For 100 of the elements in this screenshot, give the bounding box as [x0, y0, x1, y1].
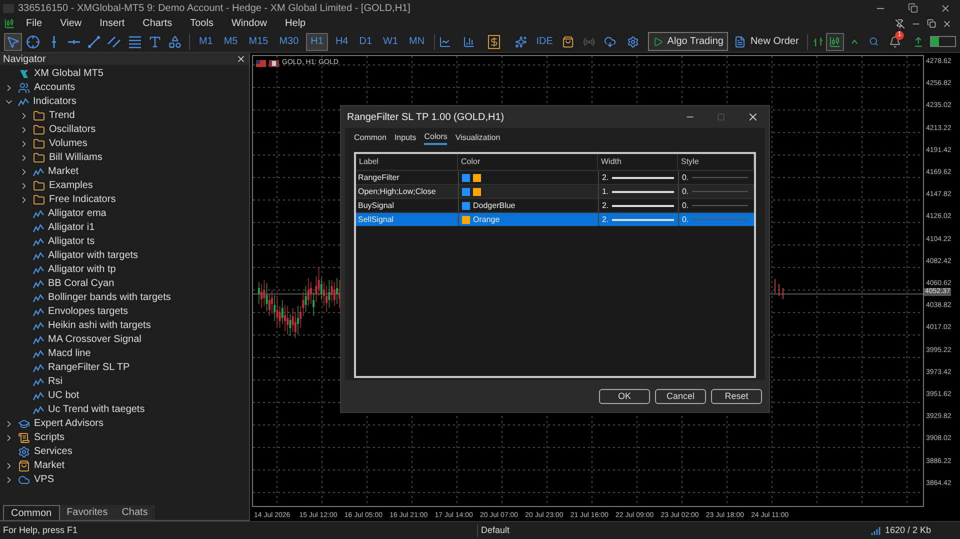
cursor-icon [6, 34, 20, 48]
color-swatch[interactable] [473, 174, 481, 182]
bar-chart-icon[interactable] [462, 34, 475, 48]
dialog-tab[interactable]: Colors [424, 131, 448, 145]
bars-icon[interactable] [812, 36, 824, 48]
timeframe-button[interactable]: M15 [244, 32, 272, 50]
timeframe-button[interactable]: W1 [379, 32, 402, 50]
menu-item[interactable]: Charts [136, 16, 180, 31]
restore-icon[interactable] [908, 2, 918, 12]
navigator-item[interactable]: UC bot [48, 391, 80, 401]
restore-icon[interactable] [927, 19, 936, 28]
table-cell: 2. [602, 172, 609, 184]
color-swatch[interactable] [473, 188, 481, 196]
navigator-item[interactable]: Oscillators [49, 125, 96, 135]
level-icon[interactable] [914, 36, 923, 48]
line-width-sample [612, 176, 674, 178]
navigator-item[interactable]: Trend [49, 111, 75, 121]
search-icon[interactable] [868, 36, 878, 47]
navigator-item[interactable]: Envolopes targets [48, 307, 128, 317]
close-icon[interactable] [747, 111, 759, 123]
navigator-item[interactable]: Indicators [33, 97, 76, 107]
navigator-item[interactable]: Macd line [48, 349, 91, 359]
drawing-tool-button[interactable] [4, 32, 22, 50]
navigator-tab[interactable]: Common [3, 505, 60, 520]
color-swatch[interactable] [462, 216, 470, 224]
algo-trading-button[interactable]: Algo Trading [648, 32, 728, 51]
timeframe-button[interactable]: D1 [355, 32, 376, 50]
menu-item[interactable]: Insert [92, 16, 132, 31]
navigator-tab[interactable]: Favorites [60, 505, 115, 520]
navigator-item[interactable]: Volumes [49, 139, 88, 149]
navigator-item[interactable]: Examples [49, 181, 93, 191]
menu-item[interactable]: Help [278, 16, 313, 31]
timeframe-button[interactable]: M1 [194, 32, 217, 50]
navigator-item[interactable]: Alligator with tp [48, 265, 116, 275]
dialog-button[interactable]: Reset [711, 388, 762, 404]
folder-icon [33, 180, 45, 192]
navigator-item[interactable]: Market [34, 461, 65, 471]
chart-icon [4, 18, 15, 29]
menu-item[interactable]: Window [224, 16, 274, 31]
table-row[interactable]: Open;High;Low;Close 1. 0. [356, 184, 754, 198]
color-swatch[interactable] [462, 188, 470, 196]
timeframe-button[interactable]: M5 [220, 32, 242, 50]
navigator-item[interactable]: Alligator ts [48, 237, 95, 247]
shopping-bag-icon[interactable] [562, 34, 574, 48]
navigator-item[interactable]: Uc Trend with taegets [48, 405, 145, 415]
navigator-item[interactable]: Bollinger bands with targets [48, 293, 171, 303]
close-icon[interactable] [236, 54, 246, 64]
menu-item[interactable]: View [53, 16, 89, 31]
dialog-tab[interactable]: Inputs [394, 131, 416, 145]
navigator-item[interactable]: Market [48, 167, 79, 177]
navigator-item[interactable]: Alligator ema [48, 209, 106, 219]
sparkle-icon[interactable] [515, 34, 528, 48]
gear-icon [18, 446, 30, 458]
navigator-item[interactable]: RangeFilter SL TP [48, 363, 130, 373]
navigator-item[interactable]: Expert Advisors [34, 419, 104, 429]
candles-toggle[interactable] [826, 32, 844, 50]
graduation-cap-icon [18, 418, 30, 430]
menu-item[interactable]: File [19, 16, 50, 31]
close-icon[interactable] [942, 18, 952, 28]
column-header: Color [458, 154, 598, 170]
navigator-tab[interactable]: Chats [114, 505, 155, 520]
unpin-icon[interactable] [895, 18, 905, 28]
navigator-item[interactable]: Free Indicators [49, 195, 116, 205]
color-swatch[interactable] [462, 202, 470, 210]
dialog-tab[interactable]: Visualization [455, 131, 500, 145]
new-order-button[interactable]: New Order [731, 32, 802, 51]
navigator-item[interactable]: BB Coral Cyan [48, 279, 114, 289]
drawing-tool-button[interactable] [24, 32, 42, 50]
dialog-tab[interactable]: Common [354, 131, 386, 145]
profile-label: Default [477, 524, 510, 538]
bell-icon[interactable] [889, 36, 902, 48]
folder-icon [33, 124, 45, 136]
dialog-button[interactable]: OK [599, 388, 650, 404]
navigator-item[interactable]: Rsi [48, 377, 62, 387]
navigator-item[interactable]: Services [34, 447, 72, 457]
navigator-item[interactable]: Alligator i1 [48, 223, 95, 233]
close-icon[interactable] [940, 2, 951, 14]
navigator-item[interactable]: Scripts [34, 433, 65, 443]
dollar-icon[interactable] [488, 34, 500, 48]
navigator-item[interactable]: Alligator with targets [48, 251, 138, 261]
gear-icon[interactable] [627, 34, 640, 48]
ide-button[interactable]: IDE [536, 34, 553, 49]
navigator-item[interactable]: VPS [34, 475, 54, 485]
timeframe-button[interactable]: M30 [275, 32, 303, 50]
timeframe-button[interactable]: MN [405, 32, 429, 50]
menu-item[interactable]: Tools [183, 16, 220, 31]
table-row[interactable]: SellSignal Orange 2. 0. [356, 212, 754, 226]
navigator-item[interactable]: Bill Williams [49, 153, 102, 163]
navigator-item[interactable]: Accounts [34, 83, 76, 93]
color-swatch[interactable] [462, 174, 470, 182]
navigator-item[interactable]: XM Global MT5 [34, 69, 104, 79]
line-chart-icon[interactable] [439, 34, 452, 48]
dialog-button[interactable]: Cancel [655, 388, 706, 404]
navigator-item[interactable]: Heikin ashi with targets [48, 321, 151, 331]
cloud-icon[interactable] [604, 34, 616, 48]
timeframe-button[interactable]: H4 [331, 32, 352, 50]
caret-up-icon[interactable] [850, 38, 858, 44]
table-cell: Orange [473, 214, 500, 226]
navigator-item[interactable]: MA Crossover Signal [48, 335, 142, 345]
line-width-sample [612, 218, 674, 220]
